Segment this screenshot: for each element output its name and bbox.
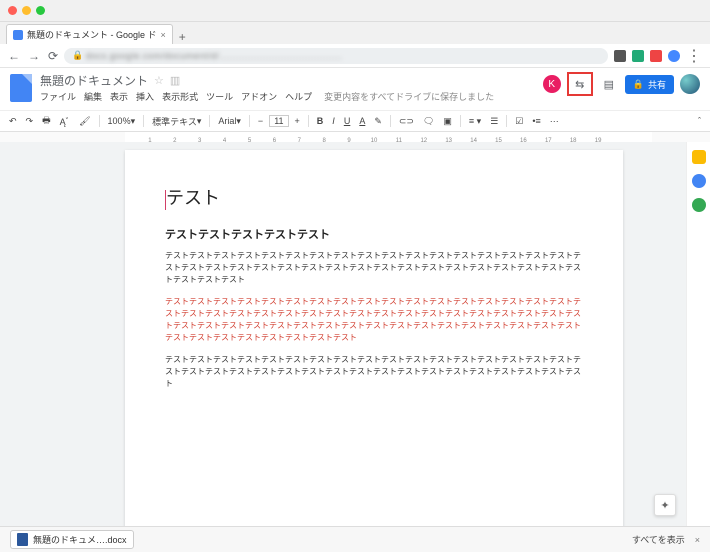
calendar-icon[interactable]: [692, 174, 706, 188]
keep-icon[interactable]: [692, 150, 706, 164]
page[interactable]: テスト テストテストテストテストテスト テストテストテストテストテストテストテス…: [125, 150, 623, 526]
close-tab-icon[interactable]: ×: [161, 30, 166, 40]
align-button[interactable]: ≡ ▾: [466, 115, 484, 128]
open-comments-button[interactable]: ⇆: [570, 75, 590, 93]
menu-insert[interactable]: 挿入: [136, 90, 154, 103]
print-button[interactable]: 🖶: [39, 112, 54, 130]
ext-icon-2[interactable]: [632, 50, 644, 62]
underline-button[interactable]: U: [341, 115, 354, 127]
account-avatar[interactable]: [680, 74, 700, 94]
font-size-inc[interactable]: +: [292, 115, 303, 127]
format-toolbar: ↶ ↷ 🖶 Ąﾞ 🖌 100% ▾ 標準テキス ▾ Arial ▾ − 11 +…: [0, 110, 710, 132]
move-folder-icon[interactable]: ▥: [170, 74, 180, 87]
show-all-downloads[interactable]: すべてを表示: [632, 533, 685, 546]
more-button[interactable]: ⋯: [547, 115, 562, 128]
lock-icon: 🔒: [633, 79, 644, 90]
url-text: docs.google.com/document/d/.............…: [86, 51, 343, 61]
bulleted-list-button[interactable]: •≡: [529, 115, 543, 127]
text-color-button[interactable]: A: [356, 115, 368, 127]
menu-file[interactable]: ファイル: [40, 90, 76, 103]
menu-bar: ファイル 編集 表示 挿入 表示形式 ツール アドオン ヘルプ 変更内容をすべて…: [40, 90, 535, 103]
font-size-dec[interactable]: −: [255, 115, 266, 127]
paragraph-1[interactable]: テストテストテストテストテストテストテストテストテストテストテストテストテストテ…: [165, 250, 583, 286]
menu-view[interactable]: 表示: [110, 90, 128, 103]
heading-2[interactable]: テストテストテストテストテスト: [165, 226, 583, 242]
header-right: K ⇆ ▤ 🔒 共有: [543, 72, 700, 96]
menu-format[interactable]: 表示形式: [162, 90, 198, 103]
doc-title[interactable]: 無題のドキュメント: [40, 72, 148, 89]
paragraph-3[interactable]: テストテストテストテストテストテストテストテストテストテストテストテストテストテ…: [165, 354, 583, 390]
star-icon[interactable]: ☆: [154, 74, 164, 87]
tasks-icon[interactable]: [692, 198, 706, 212]
docs-header: 無題のドキュメント ☆ ▥ ファイル 編集 表示 挿入 表示形式 ツール アドオ…: [0, 68, 710, 110]
menu-help[interactable]: ヘルプ: [285, 90, 312, 103]
spellcheck-button[interactable]: Ąﾞ: [57, 114, 74, 129]
line-spacing-button[interactable]: ☰: [487, 115, 501, 128]
bold-button[interactable]: B: [314, 115, 327, 127]
insert-link-button[interactable]: ⊂⊃: [396, 115, 417, 128]
document-canvas[interactable]: テスト テストテストテストテストテスト テストテストテストテストテストテストテス…: [0, 142, 686, 526]
collaborator-avatar[interactable]: K: [543, 75, 561, 93]
save-status: 変更内容をすべてドライブに保存しました: [324, 90, 494, 103]
profile-icon[interactable]: [668, 50, 680, 62]
extension-icons: ⋮: [614, 46, 702, 66]
share-button[interactable]: 🔒 共有: [625, 75, 674, 94]
docs-logo[interactable]: [10, 74, 32, 102]
paint-format-button[interactable]: 🖌: [76, 115, 93, 128]
docs-favicon: [13, 30, 23, 40]
new-tab-button[interactable]: +: [179, 30, 186, 44]
traffic-lights: [8, 6, 45, 15]
docx-file-icon: [17, 533, 28, 546]
undo-button[interactable]: ↶: [6, 115, 20, 128]
menu-edit[interactable]: 編集: [84, 90, 102, 103]
insert-image-button[interactable]: ▣: [440, 115, 455, 128]
insert-comment-button[interactable]: 🗨: [420, 115, 437, 128]
highlight-color-button[interactable]: ✎: [371, 115, 385, 128]
font-size-input[interactable]: 11: [269, 115, 288, 127]
close-download-bar[interactable]: ×: [695, 535, 700, 545]
download-filename: 無題のドキュメ….docx: [33, 533, 127, 546]
style-select[interactable]: 標準テキス ▾: [149, 114, 204, 129]
comment-history-button[interactable]: ▤: [599, 75, 619, 93]
hide-menus-button[interactable]: ˆ: [695, 115, 704, 127]
browser-window: 無題のドキュメント - Google ド × + ← → ⟳ 🔒 docs.go…: [0, 0, 710, 552]
redo-button[interactable]: ↷: [23, 115, 37, 128]
chrome-menu-icon[interactable]: ⋮: [686, 46, 702, 66]
tab-title: 無題のドキュメント - Google ド: [27, 28, 157, 41]
minimize-window-button[interactable]: [22, 6, 31, 15]
ext-icon-1[interactable]: [614, 50, 626, 62]
menu-tools[interactable]: ツール: [206, 90, 233, 103]
back-button[interactable]: ←: [8, 49, 20, 63]
download-bar: 無題のドキュメ….docx すべてを表示 ×: [0, 526, 710, 552]
omnibox[interactable]: 🔒 docs.google.com/document/d/...........…: [64, 48, 608, 64]
reload-button[interactable]: ⟳: [48, 49, 58, 63]
window-titlebar: [0, 0, 710, 22]
ext-icon-3[interactable]: [650, 50, 662, 62]
share-label: 共有: [648, 78, 666, 91]
address-bar: ← → ⟳ 🔒 docs.google.com/document/d/.....…: [0, 44, 710, 68]
paragraph-2-red[interactable]: テストテストテストテストテストテストテストテストテストテストテストテストテストテ…: [165, 296, 583, 344]
nav-icons: ← → ⟳: [8, 49, 58, 63]
font-select[interactable]: Arial ▾: [215, 115, 244, 128]
zoom-select[interactable]: 100% ▾: [105, 115, 139, 128]
italic-button[interactable]: I: [329, 115, 338, 127]
checklist-button[interactable]: ☑: [512, 115, 526, 128]
highlight-box: ⇆: [567, 72, 593, 96]
side-panel: [686, 142, 710, 526]
forward-button[interactable]: →: [28, 49, 40, 63]
maximize-window-button[interactable]: [36, 6, 45, 15]
explore-button[interactable]: ✦: [654, 494, 676, 516]
download-item[interactable]: 無題のドキュメ….docx: [10, 530, 134, 549]
browser-tab[interactable]: 無題のドキュメント - Google ド ×: [6, 24, 173, 44]
menu-addons[interactable]: アドオン: [241, 90, 277, 103]
close-window-button[interactable]: [8, 6, 17, 15]
heading-1[interactable]: テスト: [165, 184, 583, 210]
tab-strip: 無題のドキュメント - Google ド × +: [0, 22, 710, 44]
